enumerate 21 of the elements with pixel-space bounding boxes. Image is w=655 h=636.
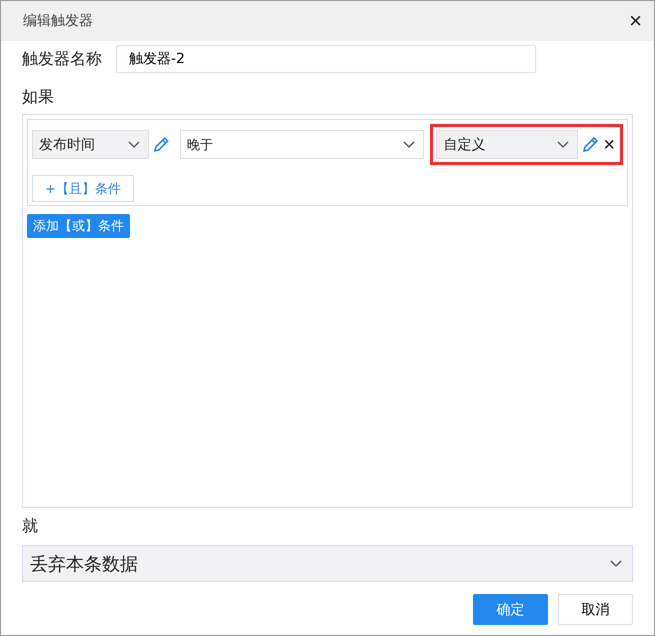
window-title: 编辑触发器 [23, 12, 93, 30]
chevron-down-icon [610, 560, 622, 568]
section-label: 就 [22, 516, 39, 537]
add-and-condition-button[interactable]: +【且】条件 [32, 175, 134, 202]
remove-button[interactable]: × [601, 134, 618, 154]
pencil-icon[interactable] [581, 136, 600, 154]
confirm-button[interactable]: 确定 [473, 594, 548, 625]
field-label: 触发器名称 [22, 48, 102, 70]
name-field[interactable]: 触发器-2 [116, 45, 536, 73]
close-button[interactable]: × [629, 10, 642, 32]
field-select[interactable]: 发布时间 [32, 130, 150, 159]
chevron-down-icon [403, 140, 416, 148]
cancel-button[interactable]: 取消 [558, 594, 633, 625]
chevron-down-icon [557, 140, 570, 148]
operator-select[interactable]: 晚于 [180, 130, 424, 159]
pencil-icon[interactable] [152, 136, 170, 154]
action-select[interactable]: 丢弃本条数据 [22, 545, 633, 582]
section-label: 如果 [22, 87, 55, 108]
add-or-condition-button[interactable]: 添加【或】条件 [27, 214, 130, 238]
value-select[interactable]: 自定义 [436, 130, 578, 159]
chevron-down-icon [128, 140, 140, 148]
